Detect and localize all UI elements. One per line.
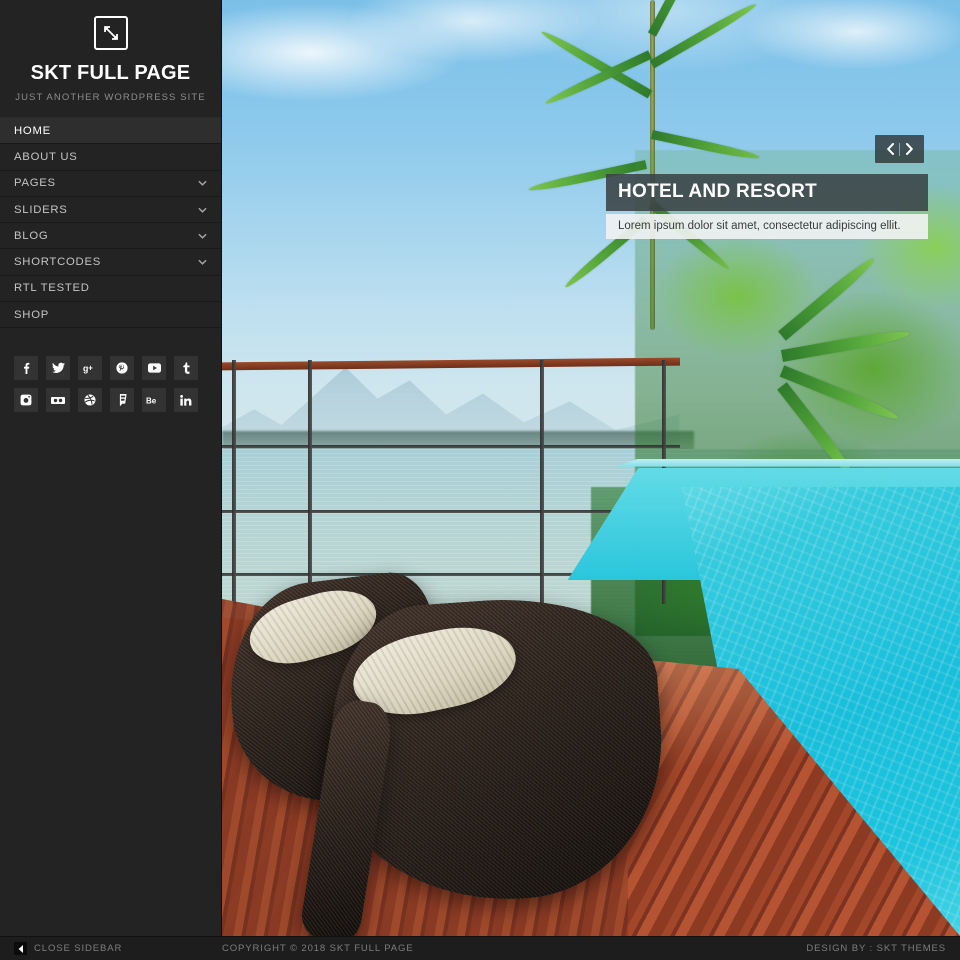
expand-arrows-icon[interactable]	[93, 16, 128, 50]
design-by-text[interactable]: DESIGN BY : SKT THEMES	[806, 943, 946, 954]
menu-label: SLIDERS	[14, 203, 68, 216]
foursquare-icon[interactable]	[110, 388, 134, 413]
sidebar-item-blog[interactable]: BLOG	[0, 223, 221, 250]
menu-label: SHORTCODES	[14, 256, 102, 269]
chevron-down-icon[interactable]	[198, 258, 207, 267]
chevron-left-icon[interactable]	[881, 141, 899, 157]
flickr-icon[interactable]	[46, 388, 70, 413]
close-sidebar-label: CLOSE SIDEBAR	[34, 943, 123, 954]
googleplus-icon[interactable]: g +	[78, 356, 102, 381]
dribbble-icon[interactable]	[78, 388, 102, 413]
close-sidebar-button[interactable]: CLOSE SIDEBAR	[14, 942, 122, 955]
footer-bar: CLOSE SIDEBAR COPYRIGHT © 2018 SKT FULL …	[0, 936, 960, 960]
sidebar-item-sliders[interactable]: SLIDERS	[0, 197, 221, 224]
menu-label: BLOG	[14, 229, 49, 242]
svg-text:Be: Be	[146, 396, 157, 404]
slide-caption: HOTEL AND RESORT Lorem ipsum dolor sit a…	[606, 174, 928, 239]
menu-label: HOME	[14, 124, 51, 137]
railing-post	[308, 360, 312, 604]
main-navigation: HOME ABOUT US PAGES SLIDERS BLOG SHORTCO…	[0, 117, 221, 329]
page-root: SKT FULL PAGE JUST ANOTHER WORDPRESS SIT…	[0, 0, 960, 960]
caret-left-icon	[14, 942, 27, 955]
chevron-right-icon[interactable]	[900, 141, 918, 157]
sidebar-item-about-us[interactable]: ABOUT US	[0, 144, 221, 171]
sidebar-item-shop[interactable]: SHOP	[0, 302, 221, 329]
railing-bar	[222, 444, 680, 448]
svg-text:+: +	[88, 364, 93, 373]
sidebar-item-shortcodes[interactable]: SHORTCODES	[0, 249, 221, 276]
social-links: g + Be	[0, 328, 221, 413]
sidebar: SKT FULL PAGE JUST ANOTHER WORDPRESS SIT…	[0, 0, 222, 936]
site-tagline: JUST ANOTHER WORDPRESS SITE	[15, 92, 206, 103]
social-row-2: Be	[14, 388, 207, 413]
pinterest-icon[interactable]	[110, 356, 134, 381]
copyright-text: COPYRIGHT © 2018 SKT FULL PAGE	[222, 943, 414, 954]
brand-block: SKT FULL PAGE JUST ANOTHER WORDPRESS SIT…	[0, 0, 221, 117]
slide-subtitle: Lorem ipsum dolor sit amet, consectetur …	[606, 214, 928, 239]
menu-label: ABOUT US	[14, 150, 78, 163]
railing-post	[540, 360, 544, 604]
behance-icon[interactable]: Be	[142, 388, 166, 413]
tumblr-icon[interactable]	[174, 356, 198, 381]
twitter-icon[interactable]	[46, 356, 70, 381]
slide-title: HOTEL AND RESORT	[606, 174, 928, 211]
site-title[interactable]: SKT FULL PAGE	[10, 62, 211, 84]
youtube-icon[interactable]	[142, 356, 166, 381]
railing-post	[232, 360, 236, 604]
chevron-down-icon[interactable]	[198, 205, 207, 214]
menu-label: SHOP	[14, 308, 50, 321]
social-row-1: g +	[14, 356, 207, 381]
menu-label: RTL TESTED	[14, 282, 90, 295]
sidebar-item-home[interactable]: HOME	[0, 118, 221, 145]
instagram-icon[interactable]	[14, 388, 38, 413]
chevron-down-icon[interactable]	[198, 179, 207, 188]
sidebar-item-rtl-tested[interactable]: RTL TESTED	[0, 276, 221, 303]
slide-image	[222, 0, 960, 936]
chevron-down-icon[interactable]	[198, 231, 207, 240]
slider-navigation	[875, 135, 924, 163]
slider-stage[interactable]: HOTEL AND RESORT Lorem ipsum dolor sit a…	[222, 0, 960, 936]
menu-label: PAGES	[14, 177, 56, 190]
linkedin-icon[interactable]	[174, 388, 198, 413]
facebook-icon[interactable]	[14, 356, 38, 381]
sidebar-item-pages[interactable]: PAGES	[0, 171, 221, 197]
